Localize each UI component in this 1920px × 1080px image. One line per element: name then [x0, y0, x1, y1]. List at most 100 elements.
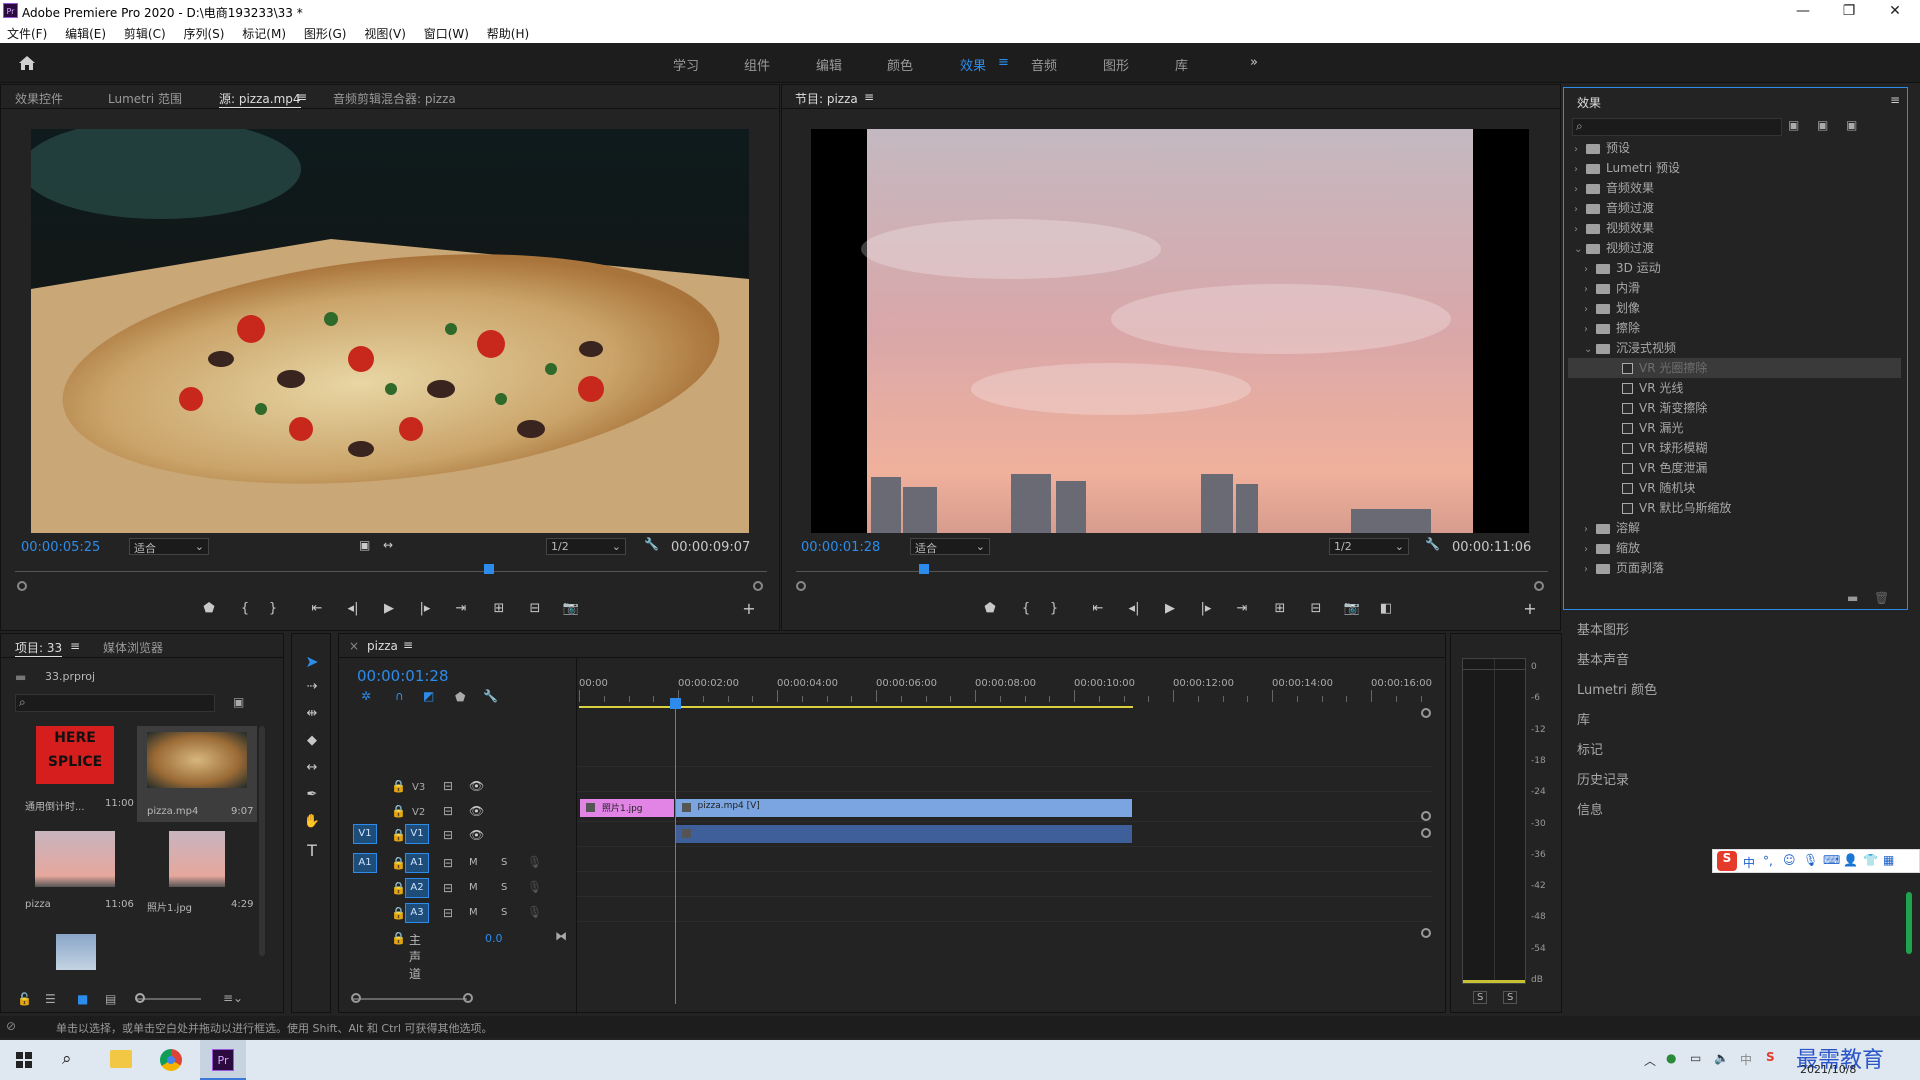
horizontal-zoom-bar[interactable] [353, 998, 467, 1000]
lock-icon[interactable]: 🔒 [391, 828, 406, 842]
menu-file[interactable]: 文件(F) [0, 22, 54, 42]
effect-item[interactable]: VR 随机块 [1568, 478, 1901, 498]
settings-wrench-icon[interactable]: 🔧 [1425, 537, 1440, 551]
effects-folder[interactable]: › 溶解 [1568, 518, 1901, 538]
ime-emoji[interactable]: ☺ [1783, 853, 1796, 867]
chevron-right-icon[interactable]: › [1584, 544, 1596, 555]
ime-chinese-mode[interactable]: 中 [1743, 854, 1755, 871]
source-scrub-bar[interactable] [15, 571, 767, 572]
panel-menu-icon[interactable]: ≡ [297, 90, 307, 104]
source-patch-a1[interactable]: A1 [353, 853, 377, 873]
source-timecode[interactable]: 00:00:05:25 [21, 540, 100, 555]
chrome-icon[interactable] [160, 1049, 182, 1071]
panel-history[interactable]: 历史记录 [1577, 769, 1629, 788]
workspace-tab-libraries[interactable]: 库 [1175, 55, 1188, 74]
pen-tool-icon[interactable]: ✒ [300, 787, 324, 802]
home-icon[interactable] [18, 55, 36, 71]
source-patch-v1[interactable]: V1 [353, 824, 377, 844]
user-icon[interactable]: 👤 [1843, 853, 1858, 867]
icon-view-icon[interactable]: ■ [77, 992, 88, 1006]
effects-folder[interactable]: › 页面剥落 [1568, 558, 1901, 578]
program-resolution-select[interactable]: 1/2 ⌄ [1329, 538, 1409, 555]
panel-menu-icon[interactable]: ≡ [1890, 93, 1900, 107]
settings-wrench-icon[interactable]: 🔧 [644, 537, 659, 551]
sync-icon[interactable]: ⊟ [443, 856, 453, 870]
snap-icon[interactable]: ✲ [361, 689, 371, 703]
chevron-right-icon[interactable]: › [1584, 304, 1596, 315]
project-item-sky-thumbnail[interactable] [56, 934, 96, 970]
video-clip[interactable]: pizza.mp4 [V] [674, 798, 1134, 818]
panel-menu-icon[interactable]: ≡ [864, 90, 874, 104]
zoom-start-handle[interactable] [17, 581, 27, 591]
find-icon[interactable]: ▣ [233, 695, 244, 709]
overwrite-clip-icon[interactable]: ⊟ [523, 601, 547, 616]
effect-item[interactable]: VR 色度泄漏 [1568, 458, 1901, 478]
video-clip[interactable]: 照片1.jpg [579, 798, 675, 818]
tab-source[interactable]: 源: pizza.mp4 [219, 90, 301, 108]
project-item-photo1[interactable]: 照片1.jpg 4:29 [137, 829, 257, 917]
track-target-v1[interactable]: V1 [405, 824, 429, 844]
timeline-settings-icon[interactable]: 🔧 [483, 689, 498, 703]
step-forward-icon[interactable]: |▸ [413, 601, 437, 616]
go-to-in-out-icon[interactable]: ⧓ [555, 929, 567, 943]
step-back-icon[interactable]: ◂| [1122, 601, 1146, 616]
mark-in-icon[interactable]: { [233, 601, 257, 616]
workspace-tab-editing[interactable]: 编辑 [816, 55, 842, 74]
windows-start-icon[interactable] [16, 1052, 32, 1068]
workspace-tab-learn[interactable]: 学习 [673, 55, 699, 74]
sort-icon[interactable]: ≡⌄ [223, 991, 243, 1005]
comparison-view-icon[interactable]: ◧ [1374, 601, 1398, 616]
chevron-right-icon[interactable]: › [1584, 524, 1596, 535]
solo-right-button[interactable]: S [1503, 991, 1518, 1004]
lock-icon[interactable]: 🔒 [391, 931, 406, 945]
menu-view[interactable]: 视图(V) [357, 22, 413, 42]
panel-essential-sound[interactable]: 基本声音 [1577, 649, 1629, 668]
insert-icon[interactable]: ↔ [383, 538, 393, 552]
source-playhead[interactable] [483, 564, 494, 574]
solo-button[interactable]: S [501, 907, 507, 918]
panel-info[interactable]: 信息 [1577, 799, 1603, 818]
chevron-right-icon[interactable]: › [1574, 164, 1586, 175]
effects-title[interactable]: 效果 [1577, 94, 1601, 111]
source-resolution-select[interactable]: 1/2 ⌄ [546, 538, 626, 555]
lock-icon[interactable]: 🔓 [17, 992, 32, 1006]
chevron-right-icon[interactable]: › [1574, 204, 1586, 215]
workspace-menu-icon[interactable]: ≡ [998, 55, 1009, 70]
toolbox-icon[interactable]: ▦ [1883, 853, 1894, 867]
search-icon[interactable]: ⌕ [62, 1049, 72, 1069]
file-explorer-icon[interactable] [110, 1050, 132, 1068]
export-frame-icon[interactable]: 📷 [559, 601, 583, 616]
track-target-a3[interactable]: A3 [405, 903, 429, 923]
program-playhead[interactable] [918, 564, 929, 574]
insert-clip-icon[interactable]: ⊞ [487, 601, 511, 616]
effects-folder[interactable]: › 擦除 [1568, 318, 1901, 338]
effect-item[interactable]: VR 球形模糊 [1568, 438, 1901, 458]
menu-help[interactable]: 帮助(H) [480, 22, 536, 42]
go-to-out-icon[interactable]: ⇥ [1230, 601, 1254, 616]
razor-tool-icon[interactable]: ◆ [300, 733, 324, 748]
effects-folder[interactable]: › 缩放 [1568, 538, 1901, 558]
voiceover-icon[interactable]: 🎙 [527, 880, 542, 894]
add-marker-icon[interactable]: ⬟ [197, 601, 221, 616]
program-scrub-bar[interactable] [796, 571, 1548, 572]
export-frame-icon[interactable]: 📷 [1340, 601, 1364, 616]
hand-tool-icon[interactable]: ✋ [300, 814, 324, 829]
freeform-view-icon[interactable]: ▤ [105, 992, 116, 1006]
sogou-tray-icon[interactable]: S [1766, 1050, 1775, 1064]
extract-icon[interactable]: ⊟ [1304, 601, 1328, 616]
effects-folder[interactable]: › 预设 [1568, 138, 1901, 158]
ime-tray-icon[interactable]: 中 [1740, 1051, 1752, 1068]
workspace-tab-audio[interactable]: 音频 [1031, 55, 1057, 74]
panel-essential-graphics[interactable]: 基本图形 [1577, 619, 1629, 638]
accelerated-effects-icon[interactable]: ▣ [1788, 118, 1799, 132]
premiere-taskbar-button[interactable]: Pr [200, 1040, 246, 1080]
chevron-right-icon[interactable]: › [1574, 224, 1586, 235]
tab-audio-clip-mixer[interactable]: 音频剪辑混合器: pizza [333, 90, 456, 107]
solo-button[interactable]: S [501, 857, 507, 868]
close-icon[interactable]: ✕ [1872, 0, 1918, 22]
program-title[interactable]: 节目: pizza [795, 90, 858, 107]
minimize-icon[interactable]: — [1780, 0, 1826, 22]
restore-icon[interactable]: ❐ [1826, 0, 1872, 22]
button-editor-plus-icon[interactable]: + [737, 599, 761, 618]
go-to-out-icon[interactable]: ⇥ [449, 601, 473, 616]
